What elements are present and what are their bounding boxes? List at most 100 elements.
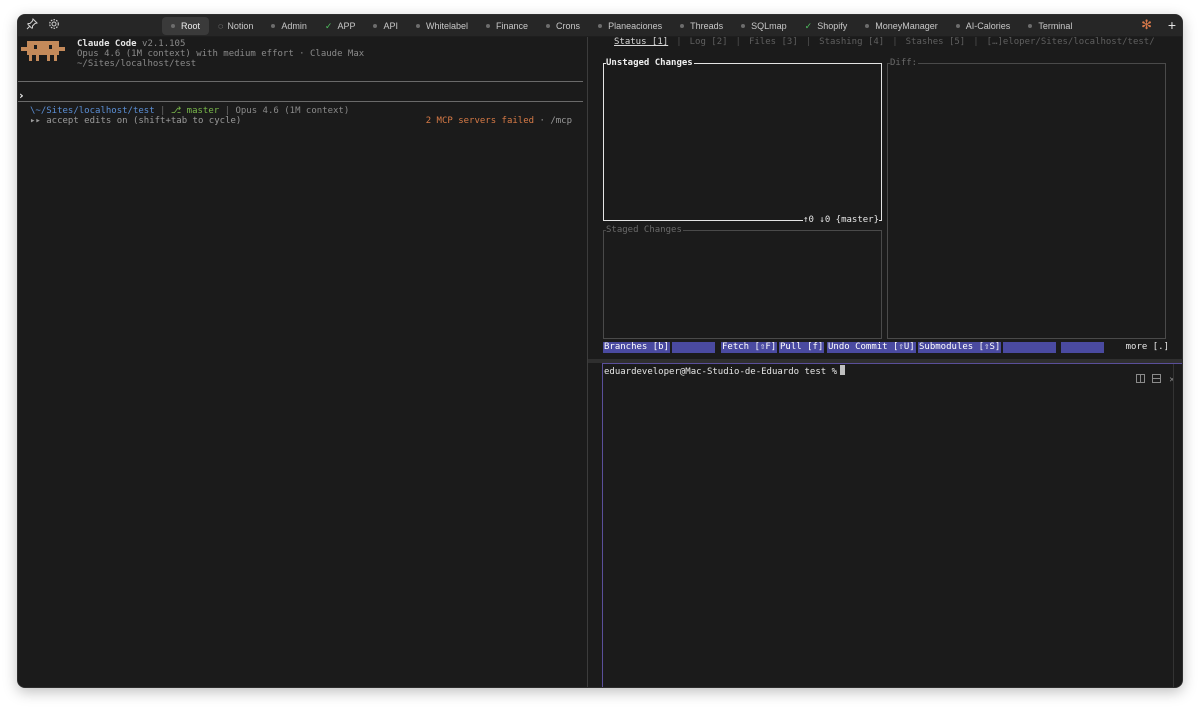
tab-admin[interactable]: Admin	[262, 17, 316, 35]
pull-key[interactable]: Pull [f]	[779, 342, 825, 353]
staged-changes-panel[interactable]: Staged Changes	[603, 225, 882, 339]
more-keybindings[interactable]: more [.]	[1126, 342, 1169, 353]
tab-whitelabel[interactable]: Whitelabel	[407, 17, 477, 35]
check-icon: ✓	[804, 20, 813, 31]
input-divider-bottom	[18, 101, 583, 102]
panel-title: Staged Changes	[606, 225, 683, 236]
status-dot-icon	[415, 24, 420, 28]
claude-title-line: Claude Code v2.1.105	[77, 39, 185, 49]
terminal-pane[interactable]: eduardeveloper@Mac-Studio-de-Eduardo tes…	[602, 363, 1182, 687]
status-dot-icon	[486, 24, 491, 28]
status-dot-icon	[171, 24, 175, 28]
tab-label: Finance	[496, 21, 529, 31]
tab-threads[interactable]: Threads	[671, 17, 732, 35]
tab-label: API	[383, 21, 398, 31]
tab-separator: |	[805, 37, 812, 47]
mcp-status[interactable]: 2 MCP servers failed · /mcp	[426, 116, 572, 126]
status-model: Opus 4.6 (1M context)	[235, 106, 350, 116]
tab-label: APP	[337, 21, 356, 31]
tab-planeaciones[interactable]: Planeaciones	[589, 17, 671, 35]
tab-api[interactable]: API	[364, 17, 407, 35]
tab-terminal[interactable]: Terminal	[1019, 17, 1081, 35]
tab-label: Crons	[556, 21, 581, 31]
tab-separator: |	[676, 37, 682, 47]
status-dot-icon	[1028, 24, 1033, 28]
undo-commit-key[interactable]: Undo Commit [⇧U]	[827, 342, 916, 353]
accept-edits-hint: ▸▸ accept edits on (shift+tab to cycle)	[30, 116, 242, 126]
tab-label: Admin	[281, 21, 307, 31]
status-dot-icon	[546, 24, 551, 28]
tab-label: Terminal	[1038, 21, 1073, 31]
lazygit-tabs: Status [1] | Log [2] | Files [3] | Stashing [4…	[614, 37, 1155, 47]
status-line: \~/Sites/localhost/test | ⎇ master | Opu…	[30, 106, 349, 116]
keybinding-bar: Branches [b] Fetch [⇧F] Pull [f] Undo Co…	[603, 342, 1169, 353]
status-dot-icon	[680, 24, 685, 28]
text-cursor	[840, 365, 845, 375]
tab-finance[interactable]: Finance	[477, 17, 537, 35]
status-dot-icon	[271, 24, 276, 28]
tab-sqlmap[interactable]: SQLmap	[732, 17, 796, 35]
tab-moneymanager[interactable]: MoneyManager	[856, 17, 947, 35]
gear-icon[interactable]	[46, 18, 62, 34]
status-dot-icon	[373, 24, 378, 28]
blank-key	[1061, 342, 1104, 353]
plus-icon[interactable]: +	[1168, 17, 1176, 33]
status-separator: |	[224, 106, 231, 116]
tab-list: Root ◌ Notion Admin ✓ APP API Whitelabel Finance…	[162, 16, 1081, 36]
hint-line: ▸▸ accept edits on (shift+tab to cycle) …	[30, 116, 572, 126]
lazygit-tab-0[interactable]: Status [1]	[614, 37, 668, 47]
branch-tracking: ↑0 ↓0 {master}	[803, 215, 879, 226]
status-dot-icon	[865, 24, 870, 28]
model-line: Opus 4.6 (1M context) with medium effort…	[77, 49, 365, 59]
lazygit-tab-1[interactable]: Log [2]	[690, 37, 728, 47]
tab-label: AI-Calories	[965, 21, 1011, 31]
tab-label: Shopify	[817, 21, 848, 31]
branches-key[interactable]: Branches [b]	[603, 342, 671, 353]
lazygit-tab-3[interactable]: Stashing [4]	[819, 37, 884, 47]
status-separator: |	[160, 106, 166, 116]
tab-label: Notion	[227, 21, 254, 31]
tab-crons[interactable]: Crons	[537, 17, 589, 35]
maximize-icon[interactable]	[1150, 374, 1162, 386]
tab-separator: |	[892, 37, 898, 47]
tab-shopify[interactable]: ✓ Shopify	[796, 17, 857, 35]
tab-app[interactable]: ✓ APP	[316, 17, 365, 35]
tab-label: Threads	[690, 21, 724, 31]
status-path: \~/Sites/localhost/test	[30, 106, 155, 116]
claude-spark-icon[interactable]: ✻	[1141, 17, 1152, 33]
tab-root[interactable]: Root	[162, 17, 210, 35]
claude-code-pane: Claude Code v2.1.105 Opus 4.6 (1M contex…	[18, 37, 587, 687]
tab-notion[interactable]: ◌ Notion	[209, 17, 262, 35]
close-icon[interactable]: ✕	[1166, 374, 1178, 386]
pin-icon[interactable]	[24, 18, 40, 34]
tab-label: Planeaciones	[608, 21, 663, 31]
tab-label: SQLmap	[751, 21, 787, 31]
fetch-key[interactable]: Fetch [⇧F]	[721, 342, 778, 353]
submodules-key[interactable]: Submodules [⇧S]	[918, 342, 1002, 353]
prompt-text: eduardeveloper@Mac-Studio-de-Eduardo tes…	[604, 367, 837, 377]
tab-separator: |	[735, 37, 741, 47]
status-dot-icon	[741, 24, 746, 28]
loading-spinner-icon: ◌	[218, 21, 224, 31]
mcp-warning: 2 MCP servers failed	[425, 116, 535, 126]
tab-label: Root	[181, 21, 201, 31]
blank-key	[672, 342, 715, 353]
tab-label: MoneyManager	[875, 21, 938, 31]
tab-separator: |	[973, 37, 979, 47]
cwd-line: ~/Sites/localhost/test	[77, 59, 197, 69]
lazygit-tab-2[interactable]: Files [3]	[749, 37, 798, 47]
split-icon[interactable]	[1134, 374, 1146, 386]
mcp-command: · /mcp	[534, 116, 572, 126]
tab-label: Whitelabel	[425, 21, 469, 31]
blank-key	[1003, 342, 1056, 353]
app-window: Root ◌ Notion Admin ✓ APP API Whitelabel Finance…	[17, 14, 1183, 688]
tab-ai-calories[interactable]: AI-Calories	[947, 17, 1020, 35]
lazygit-tab-4[interactable]: Stashes [5]	[906, 37, 966, 47]
status-branch: ⎇ master	[170, 106, 220, 116]
input-divider-top	[18, 81, 583, 82]
panel-title: Diff:	[890, 58, 919, 69]
unstaged-changes-panel[interactable]: Unstaged Changes ↑0 ↓0 {master}	[603, 58, 882, 226]
repo-path[interactable]: […]eloper/Sites/localhost/test/	[987, 37, 1155, 47]
terminal-scrollbar[interactable]	[1173, 364, 1174, 687]
diff-panel[interactable]: Diff:	[887, 58, 1166, 339]
